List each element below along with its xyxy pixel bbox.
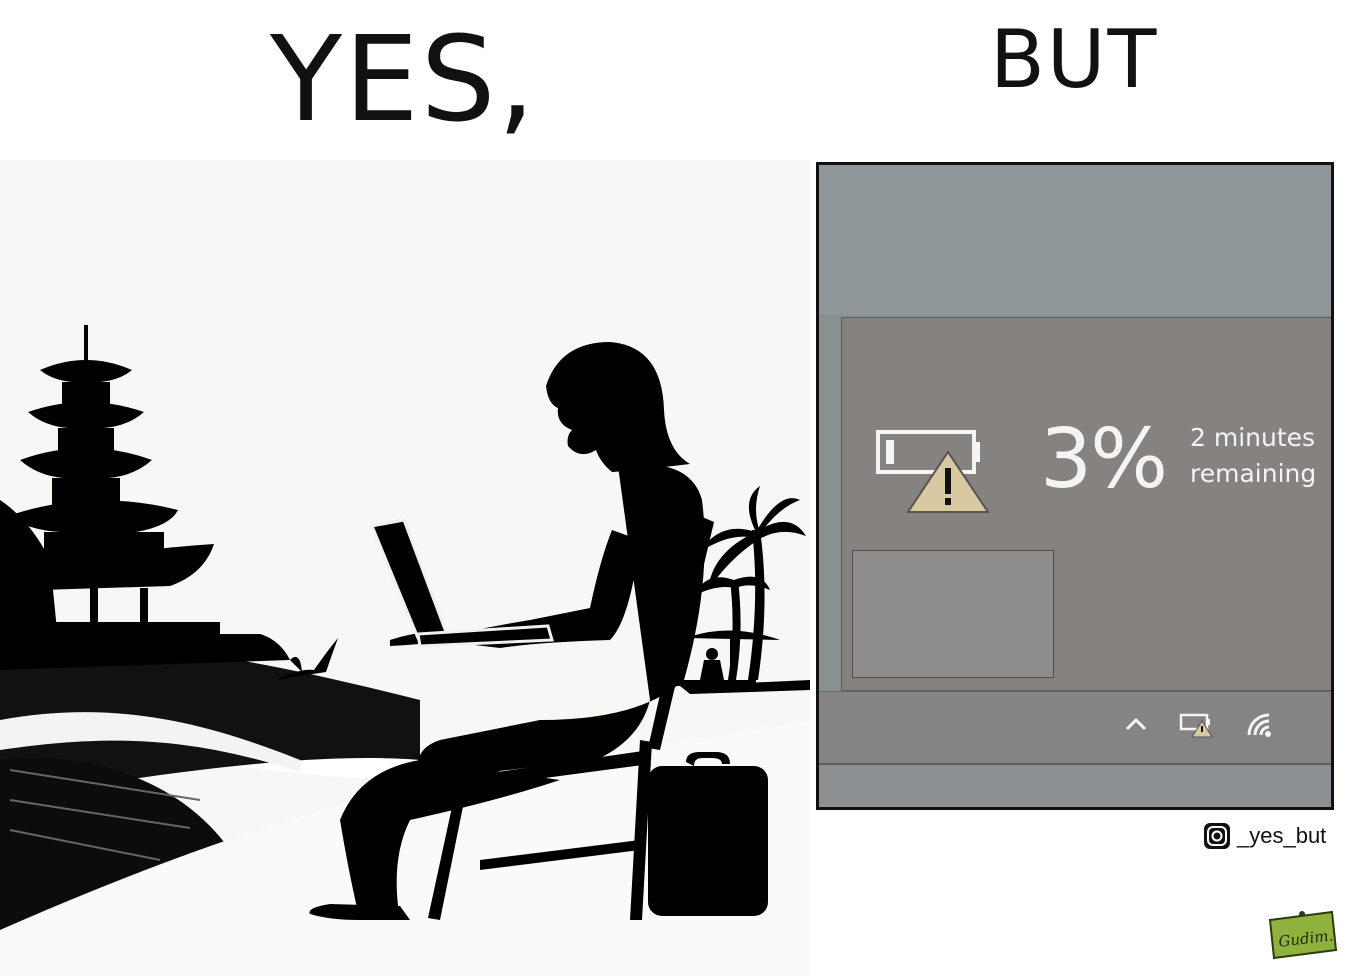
desktop-background: [819, 165, 1331, 315]
taskbar-bottom-bar: [819, 763, 1331, 807]
beach-laptop-scene: [0, 160, 810, 976]
battery-time-remaining: 2 minutes remaining: [1190, 420, 1330, 492]
battery-low-warning-icon: [876, 430, 990, 513]
battery-warning-icon[interactable]: [1177, 709, 1217, 739]
wifi-icon[interactable]: [1243, 709, 1277, 739]
battery-percent: 3%: [1040, 412, 1168, 507]
backpack-icon: [648, 752, 768, 916]
flyout-tile[interactable]: [852, 550, 1054, 678]
instagram-icon[interactable]: [1203, 822, 1231, 850]
battery-flyout[interactable]: 3% 2 minutes remaining: [841, 317, 1331, 691]
remaining-line-2: remaining: [1190, 459, 1317, 488]
remaining-line-1: 2 minutes: [1190, 423, 1316, 452]
yes-caption: YES,: [270, 10, 538, 148]
but-caption: BUT: [990, 13, 1159, 106]
screenshot-panel: 3% 2 minutes remaining: [816, 162, 1334, 810]
credit-handle[interactable]: _yes_but: [1237, 823, 1326, 849]
credit: _yes_but: [1203, 822, 1326, 850]
signature-badge: Gudim.: [1268, 910, 1338, 960]
chevron-up-icon[interactable]: [1121, 709, 1151, 739]
